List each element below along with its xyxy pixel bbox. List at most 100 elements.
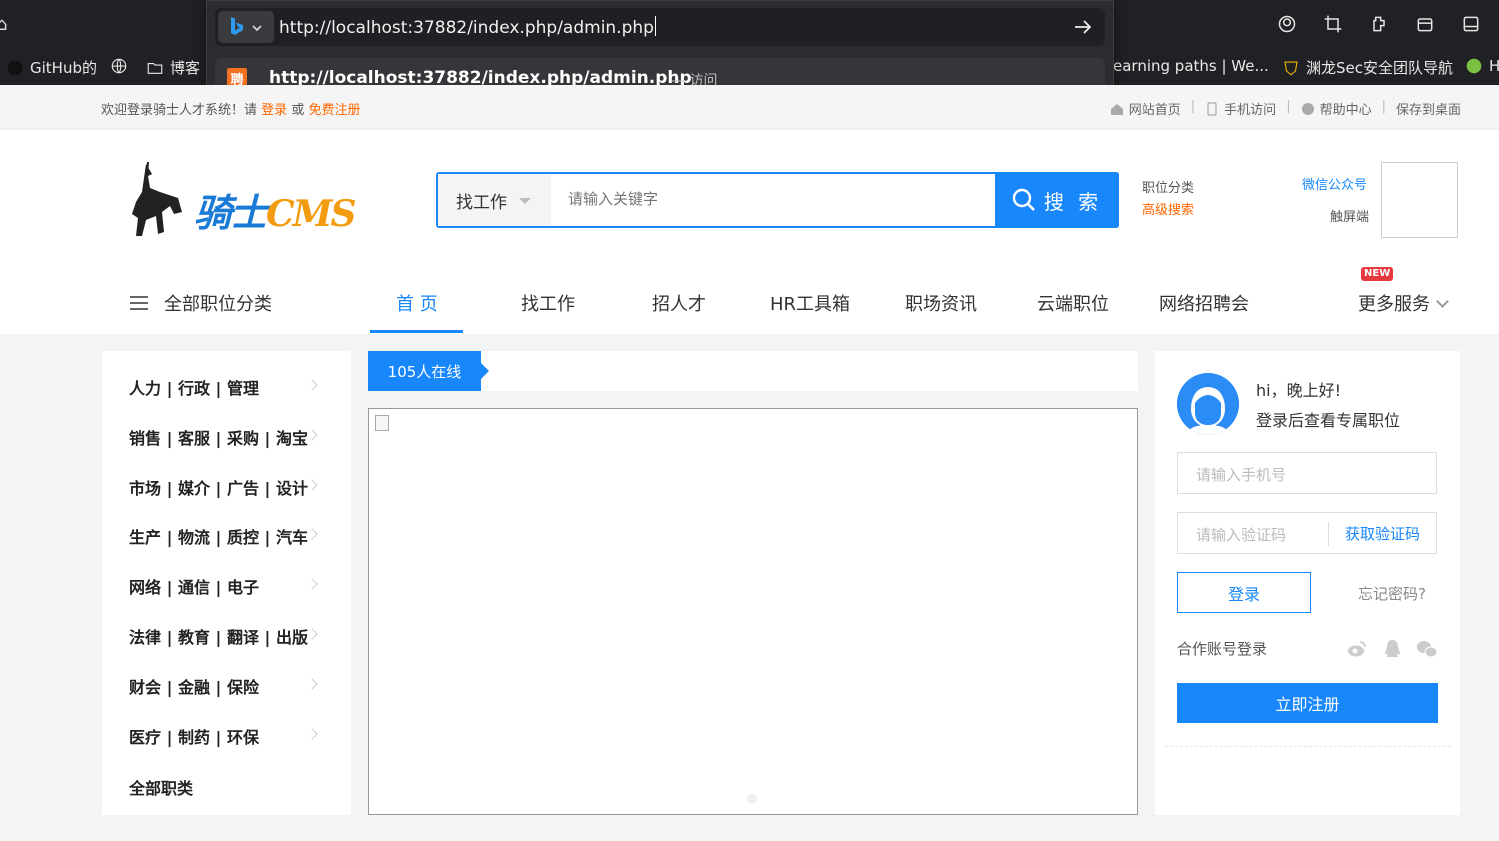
category-item[interactable]: 医疗 | 制药 | 环保 [129, 724, 259, 748]
bookmark-blog[interactable]: 博客 [146, 57, 200, 78]
site-logo[interactable]: 骑士CMS [120, 160, 360, 245]
qq-icon[interactable] [1381, 638, 1403, 660]
nav-home[interactable]: 首 页 [396, 290, 438, 316]
address-text: http://localhost:37882/index.php/admin.p… [279, 16, 656, 38]
welcome-text: 欢迎登录骑士人才系统！请 登录 或 免费注册 [101, 99, 360, 118]
shield-icon [1282, 59, 1300, 77]
wechat-link[interactable]: 微信公众号 [1302, 174, 1367, 193]
profile-icon[interactable] [1275, 12, 1299, 36]
online-bar: 105人在线 [368, 351, 1138, 391]
get-code-button[interactable]: 获取验证码 [1328, 522, 1420, 546]
search-button[interactable]: 搜 索 [995, 172, 1119, 228]
login-link[interactable]: 登录 [261, 103, 287, 118]
chevron-down-icon [252, 18, 262, 37]
all-categories-label: 全部职位分类 [164, 294, 272, 315]
register-button[interactable]: 立即注册 [1177, 683, 1438, 723]
url-text: http://localhost:37882/index.php/admin.p… [279, 18, 654, 38]
code-placeholder: 请输入验证码 [1196, 526, 1287, 544]
dropdown-triangle-icon [519, 198, 531, 204]
nav-career-news[interactable]: 职场资讯 [905, 290, 977, 316]
category-item[interactable]: 财会 | 金融 | 保险 [129, 674, 259, 698]
main-nav: 全部职位分类 首 页 找工作 招人才 HR工具箱 职场资讯 云端职位 网络招聘会… [0, 267, 1499, 334]
category-item[interactable]: 法律 | 教育 | 翻译 | 出版 [129, 624, 308, 648]
bookmark-learning-paths[interactable]: earning paths | We... [1113, 57, 1269, 75]
chevron-right-icon [306, 628, 318, 640]
logo-cms: CMS [266, 193, 356, 235]
home-page-link[interactable]: 网站首页 [1110, 99, 1181, 118]
slider-dot[interactable] [747, 794, 757, 804]
category-item[interactable]: 生产 | 物流 | 质控 | 汽车 [129, 524, 308, 548]
chevron-right-icon [306, 479, 318, 491]
code-field[interactable]: 请输入验证码 获取验证码 [1177, 512, 1437, 554]
or-text: 或 [291, 103, 305, 118]
search-input[interactable] [568, 190, 968, 208]
sidebar-icon[interactable] [1459, 12, 1483, 36]
greeting-sub: 登录后查看专属职位 [1256, 411, 1401, 430]
category-item[interactable]: 网络 | 通信 | 电子 [129, 574, 259, 598]
bookmark-label: H [1489, 57, 1499, 75]
new-badge: NEW [1361, 267, 1394, 281]
bookmark-github[interactable]: GitHub的 [6, 57, 97, 78]
home-icon[interactable]: ⌂ [0, 14, 7, 35]
nav-recruit[interactable]: 招人才 [652, 290, 706, 316]
search-type-select[interactable]: 找工作 [438, 174, 551, 226]
register-link[interactable]: 免费注册 [308, 103, 360, 118]
nav-job-fair[interactable]: 网络招聘会 [1159, 290, 1249, 316]
phone-icon [1205, 102, 1219, 116]
bing-icon [230, 17, 244, 37]
nav-find-job[interactable]: 找工作 [521, 290, 575, 316]
help-link[interactable]: 帮助中心 [1301, 99, 1372, 118]
search-icon [1012, 188, 1035, 211]
search-button-label: 搜 索 [1043, 189, 1103, 214]
category-link[interactable]: 职位分类 [1142, 178, 1194, 200]
search-engine-selector[interactable] [218, 11, 274, 43]
touch-link[interactable]: 触屏端 [1330, 206, 1369, 225]
active-underline [370, 330, 463, 333]
wechat-icon[interactable] [1416, 638, 1438, 660]
chevron-right-icon [306, 728, 318, 740]
broken-image-icon [375, 415, 389, 431]
go-arrow-icon[interactable] [1073, 17, 1093, 37]
globe-icon [110, 57, 128, 75]
bookmark-label: GitHub的 [30, 59, 97, 77]
category-item[interactable]: 人力 | 行政 | 管理 [129, 375, 259, 399]
logo-text: 骑士CMS [194, 182, 357, 237]
all-categories-link[interactable]: 全部职类 [129, 775, 193, 799]
chevron-right-icon [306, 528, 318, 540]
login-panel: hi，晚上好! 登录后查看专属职位 请输入手机号 请输入验证码 获取验证码 登录… [1155, 351, 1460, 815]
bookmark-yuanlong[interactable]: 渊龙Sec安全团队导航 [1282, 57, 1453, 78]
save-desktop-link[interactable]: 保存到桌面 [1396, 99, 1461, 118]
phone-field[interactable]: 请输入手机号 [1177, 452, 1437, 494]
bookmark-label: earning paths | We... [1113, 57, 1269, 75]
welcome-message: 欢迎登录骑士人才系统！请 [101, 103, 258, 118]
bookmark-h[interactable]: H [1465, 57, 1499, 75]
user-avatar-icon [1177, 373, 1239, 435]
address-input[interactable]: http://localhost:37882/index.php/admin.p… [215, 8, 1105, 46]
banner-slider[interactable] [368, 408, 1138, 815]
search-type-label: 找工作 [456, 192, 507, 213]
collections-icon[interactable] [1413, 12, 1437, 36]
weibo-icon[interactable] [1346, 638, 1368, 660]
chevron-down-icon [1436, 295, 1449, 308]
nav-cloud-jobs[interactable]: 云端职位 [1037, 290, 1109, 316]
help-icon [1301, 102, 1315, 116]
avatar [1177, 373, 1239, 435]
category-item[interactable]: 销售 | 客服 | 采购 | 淘宝 [129, 425, 308, 449]
folder-icon [146, 59, 164, 77]
bookmark-globe[interactable] [110, 57, 128, 75]
link-label: 帮助中心 [1319, 103, 1372, 118]
chevron-right-icon [306, 678, 318, 690]
crop-icon[interactable] [1321, 12, 1345, 36]
more-label: 更多服务 [1358, 294, 1430, 315]
category-item[interactable]: 市场 | 媒介 | 广告 | 设计 [129, 475, 308, 499]
menu-icon [130, 296, 148, 310]
nav-hr-tools[interactable]: HR工具箱 [770, 290, 850, 316]
extensions-icon[interactable] [1367, 12, 1391, 36]
advanced-search-link[interactable]: 高级搜索 [1142, 200, 1194, 222]
login-button[interactable]: 登录 [1177, 572, 1311, 613]
code-icon [1465, 57, 1483, 75]
nav-more-services[interactable]: 更多服务 [1358, 290, 1449, 316]
mobile-link[interactable]: 手机访问 [1205, 99, 1276, 118]
forgot-password-link[interactable]: 忘记密码? [1358, 583, 1426, 604]
all-categories-button[interactable]: 全部职位分类 [130, 290, 272, 316]
